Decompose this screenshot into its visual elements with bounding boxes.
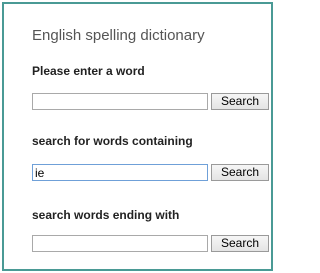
enter-word-search-button[interactable]: Search [211,93,269,110]
enter-word-label: Please enter a word [32,64,145,78]
ending-row: Search [32,235,269,252]
enter-word-input[interactable] [32,93,208,110]
ending-input[interactable] [32,235,208,252]
ending-search-button[interactable]: Search [211,235,269,252]
dictionary-panel: English spelling dictionary Please enter… [2,2,273,271]
contains-input[interactable] [32,164,208,181]
contains-row: Search [32,164,269,181]
panel-title: English spelling dictionary [32,27,205,44]
contains-search-button[interactable]: Search [211,164,269,181]
enter-word-row: Search [32,93,269,110]
contains-label: search for words containing [32,134,193,148]
ending-label: search words ending with [32,208,180,222]
